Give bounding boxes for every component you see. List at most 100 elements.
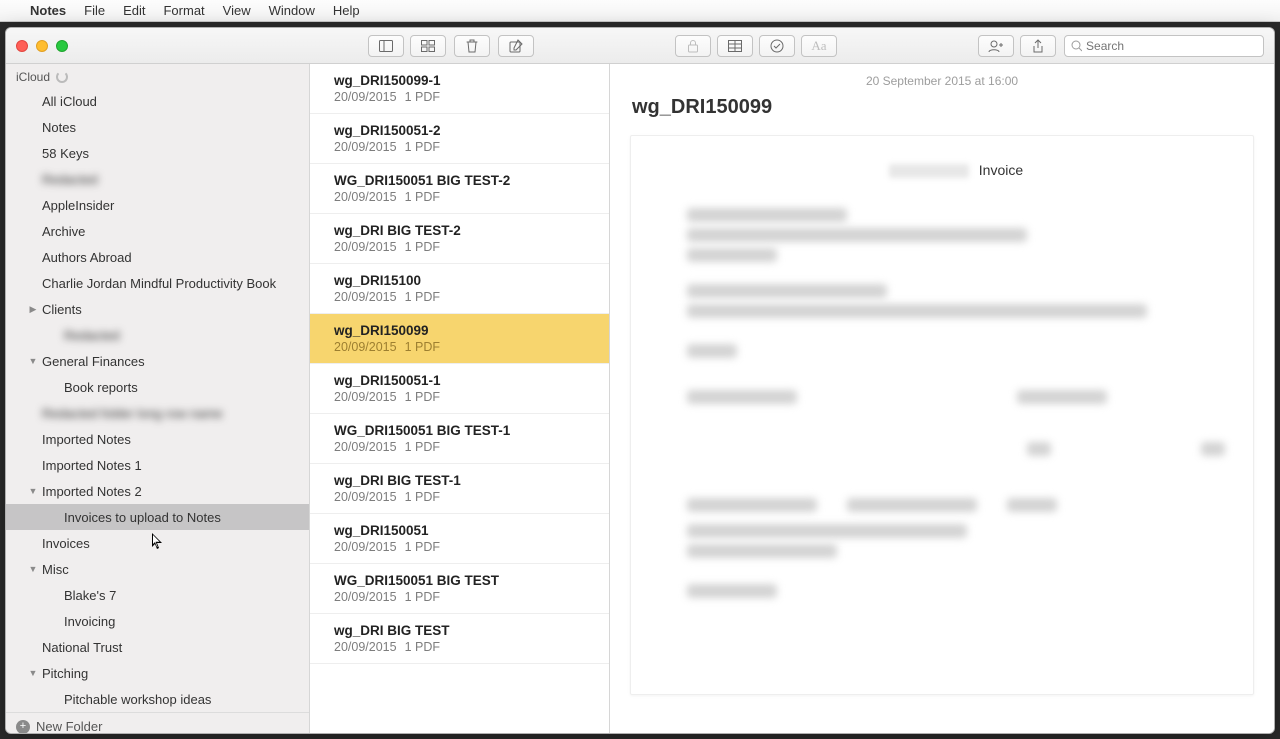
note-item-title: wg_DRI BIG TEST (334, 623, 595, 638)
search-input[interactable] (1086, 39, 1257, 53)
sidebar-item[interactable]: Redacted (6, 322, 309, 348)
note-list-item[interactable]: wg_DRI15005120/09/20151 PDF (310, 514, 609, 564)
menu-help[interactable]: Help (333, 3, 360, 18)
share-button[interactable] (1020, 35, 1056, 57)
redacted-line (687, 544, 837, 558)
search-field[interactable] (1064, 35, 1264, 57)
sidebar-account-header: iCloud (6, 64, 309, 88)
menu-edit[interactable]: Edit (123, 3, 145, 18)
menu-view[interactable]: View (223, 3, 251, 18)
pdf-attachment-preview[interactable]: Invoice (630, 135, 1254, 695)
menu-file[interactable]: File (84, 3, 105, 18)
menu-format[interactable]: Format (163, 3, 204, 18)
chevron-right-icon[interactable]: ▶ (28, 304, 38, 315)
chevron-down-icon[interactable]: ▼ (28, 564, 38, 574)
redacted-field (889, 164, 969, 178)
sidebar-item[interactable]: Authors Abroad (6, 244, 309, 270)
app-menu[interactable]: Notes (30, 3, 66, 18)
note-list-item[interactable]: wg_DRI150051-220/09/20151 PDF (310, 114, 609, 164)
sidebar-item[interactable]: Blake's 7 (6, 582, 309, 608)
sidebar-item-label: Invoices to upload to Notes (64, 510, 221, 525)
note-list-item[interactable]: wg_DRI1510020/09/20151 PDF (310, 264, 609, 314)
sidebar-item[interactable]: Book reports (6, 374, 309, 400)
format-button[interactable]: Aa (801, 35, 837, 57)
note-item-meta: 20/09/20151 PDF (334, 640, 595, 654)
note-list-item[interactable]: WG_DRI150051 BIG TEST-220/09/20151 PDF (310, 164, 609, 214)
sidebar-item[interactable]: ▶ Clients (6, 296, 309, 322)
sidebar-item[interactable]: National Trust (6, 634, 309, 660)
search-icon (1071, 40, 1082, 52)
folders-sidebar[interactable]: iCloud All iCloud Notes58 Keys Redacted App… (6, 64, 310, 733)
sidebar-item-label: Redacted (64, 328, 120, 343)
note-item-date: 20/09/2015 (334, 340, 397, 354)
close-button[interactable] (16, 40, 28, 52)
chevron-down-icon[interactable]: ▼ (28, 486, 38, 496)
sidebar-item[interactable]: Redacted folder long row name (6, 400, 309, 426)
chevron-down-icon[interactable]: ▼ (28, 668, 38, 678)
note-list-item[interactable]: wg_DRI15009920/09/20151 PDF (310, 314, 609, 364)
sidebar-item[interactable]: Invoices (6, 530, 309, 556)
checklist-button[interactable] (759, 35, 795, 57)
table-button[interactable] (717, 35, 753, 57)
sidebar-item[interactable]: Invoicing (6, 608, 309, 634)
sidebar-item-label: Clients (42, 302, 82, 317)
note-item-attachment: 1 PDF (405, 240, 440, 254)
note-list-item[interactable]: wg_DRI BIG TEST-220/09/20151 PDF (310, 214, 609, 264)
sidebar-item-label: Blake's 7 (64, 588, 116, 603)
sidebar-item-label: Imported Notes 2 (42, 484, 142, 499)
grid-icon (421, 40, 435, 52)
note-list-item[interactable]: wg_DRI BIG TEST-120/09/20151 PDF (310, 464, 609, 514)
redacted-line (687, 524, 967, 538)
note-item-date: 20/09/2015 (334, 290, 397, 304)
sidebar-item-label: All iCloud (42, 94, 97, 109)
sidebar-item[interactable]: ▼ Imported Notes 2 (6, 478, 309, 504)
sidebar-item[interactable]: Charlie Jordan Mindful Productivity Book (6, 270, 309, 296)
sidebar-item[interactable]: 58 Keys (6, 140, 309, 166)
sidebar-item-label: Invoices (42, 536, 90, 551)
menu-window[interactable]: Window (269, 3, 315, 18)
new-folder-button[interactable]: + New Folder (6, 712, 309, 733)
sidebar-item[interactable]: Notes (6, 114, 309, 140)
new-note-button[interactable] (498, 35, 534, 57)
sidebar-item[interactable]: Imported Notes 1 (6, 452, 309, 478)
sidebar-item[interactable]: AppleInsider (6, 192, 309, 218)
note-item-title: wg_DRI150051 (334, 523, 595, 538)
note-list-item[interactable]: WG_DRI150051 BIG TEST-120/09/20151 PDF (310, 414, 609, 464)
traffic-lights (16, 40, 68, 52)
note-content-pane[interactable]: 20 September 2015 at 16:00 wg_DRI150099 … (610, 64, 1274, 733)
invoice-word: Invoice (979, 162, 1023, 178)
sidebar-item[interactable]: All iCloud (6, 88, 309, 114)
gallery-view-button[interactable] (410, 35, 446, 57)
redacted-line (687, 390, 797, 404)
note-list-item[interactable]: wg_DRI150051-120/09/20151 PDF (310, 364, 609, 414)
note-list-item[interactable]: WG_DRI150051 BIG TEST20/09/20151 PDF (310, 564, 609, 614)
sidebar-item[interactable]: ▼ Pitching (6, 660, 309, 686)
sidebar-item-label: National Trust (42, 640, 122, 655)
sidebar-item[interactable]: Pitchable workshop ideas (6, 686, 309, 712)
note-item-meta: 20/09/20151 PDF (334, 190, 595, 204)
collaborate-button[interactable] (978, 35, 1014, 57)
zoom-button[interactable] (56, 40, 68, 52)
sidebar-item[interactable]: ▼Misc (6, 556, 309, 582)
sidebar-item-label: Pitching (42, 666, 88, 681)
list-view-button[interactable] (368, 35, 404, 57)
sidebar-item[interactable]: Archive (6, 218, 309, 244)
note-list-item[interactable]: wg_DRI150099-120/09/20151 PDF (310, 64, 609, 114)
note-list-item[interactable]: wg_DRI BIG TEST 20/09/20151 PDF (310, 614, 609, 664)
note-item-title: WG_DRI150051 BIG TEST-1 (334, 423, 595, 438)
note-item-date: 20/09/2015 (334, 90, 397, 104)
minimize-button[interactable] (36, 40, 48, 52)
sidebar-item[interactable]: Redacted (6, 166, 309, 192)
person-add-icon (988, 39, 1004, 53)
sidebar-item-label: Redacted (42, 172, 98, 187)
sidebar-item[interactable]: ▼General Finances (6, 348, 309, 374)
chevron-down-icon[interactable]: ▼ (28, 356, 38, 366)
notes-window: Aa iCloud All iCloudNotes58 KeysRedacte (5, 27, 1275, 734)
notes-list[interactable]: wg_DRI150099-120/09/20151 PDFwg_DRI15005… (310, 64, 610, 733)
sidebar-item[interactable]: Imported Notes (6, 426, 309, 452)
redacted-line (1007, 498, 1057, 512)
share-icon (1032, 39, 1044, 53)
lock-note-button[interactable] (675, 35, 711, 57)
delete-note-button[interactable] (454, 35, 490, 57)
sidebar-item[interactable]: Invoices to upload to Notes (6, 504, 309, 530)
